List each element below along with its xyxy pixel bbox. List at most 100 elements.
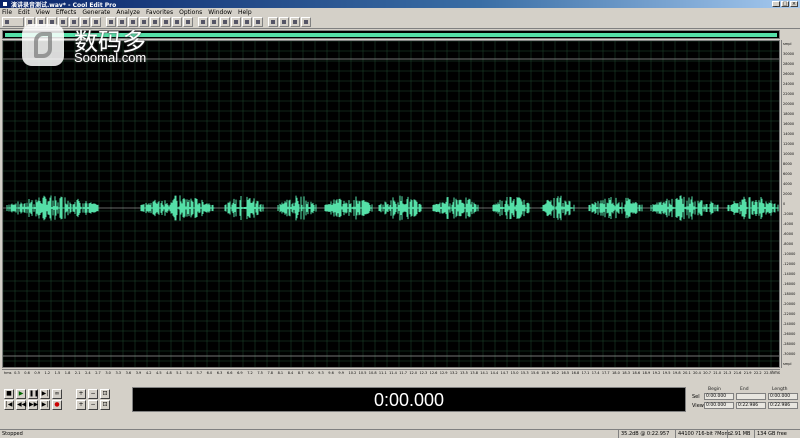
amplitude-tick-label: -14000	[783, 272, 796, 276]
amplitude-tick-label: 26000	[783, 72, 795, 76]
amplitude-tick-label: 28000	[783, 62, 795, 66]
time-tick-label: 21.6	[733, 371, 742, 375]
menu-favorites[interactable]: Favorites	[146, 9, 173, 16]
toolbar-button[interactable]	[301, 17, 311, 27]
maximize-button[interactable]: □	[781, 1, 789, 7]
toolbar-button[interactable]	[172, 17, 182, 27]
amplitude-tick-label: -16000	[783, 282, 796, 286]
time-tick-label: 17.1	[581, 371, 590, 375]
sel-label: Sel	[692, 394, 700, 400]
time-tick-label: 5.4	[186, 371, 192, 375]
time-tick-label: 8.4	[287, 371, 294, 375]
time-tick-label: 17.4	[591, 371, 600, 375]
time-tick-label: 17.7	[601, 371, 610, 375]
waveform-display[interactable]	[2, 40, 780, 368]
time-tick-label: 2.4	[85, 371, 91, 375]
go-start-button[interactable]: |◀	[4, 400, 14, 410]
time-tick-label: 14.4	[490, 371, 499, 375]
record-button[interactable]: ●	[52, 400, 62, 410]
time-tick-label: 12.3	[419, 371, 428, 375]
time-tick-label: 1.8	[64, 371, 71, 375]
toolbar-button[interactable]	[183, 17, 193, 27]
time-ruler-units: hms	[771, 370, 780, 375]
time-tick-label: 20.7	[703, 371, 711, 375]
amplitude-tick-label: -30000	[783, 352, 796, 356]
sel-end-field[interactable]	[736, 393, 766, 400]
menu-effects[interactable]: Effects	[56, 9, 76, 16]
end-header: End	[740, 387, 749, 392]
zoom-in-v-button[interactable]: +	[76, 400, 86, 410]
view-length-field[interactable]: 0:22.986	[768, 402, 798, 409]
toolbar-button[interactable]	[2, 17, 24, 27]
amplitude-tick-label: 4000	[783, 182, 792, 186]
time-tick-label: 9.3	[318, 371, 324, 375]
toolbar-button[interactable]	[231, 17, 241, 27]
time-tick-label: 3.6	[125, 371, 132, 375]
play-to-end-button[interactable]: ▶|	[40, 389, 50, 399]
zoom-out-button[interactable]: −	[88, 389, 98, 399]
toolbar-button[interactable]	[279, 17, 289, 27]
toolbar-button[interactable]	[290, 17, 300, 27]
sel-begin-field[interactable]: 0:00.000	[704, 393, 734, 400]
time-tick-label: 9.0	[308, 371, 314, 375]
menu-window[interactable]: Window	[208, 9, 232, 16]
menu-file[interactable]: File	[2, 9, 12, 16]
fast-forward-button[interactable]: ▶▶	[28, 400, 38, 410]
time-tick-label: 21.9	[743, 371, 752, 375]
sel-length-field[interactable]: 0:00.000	[768, 393, 798, 400]
amplitude-tick-label: 6000	[783, 172, 792, 176]
amplitude-ruler: smpl 30000 28000 26000 24000 22000 20000 18000 1…	[781, 40, 798, 368]
time-tick-label: 14.1	[480, 371, 489, 375]
time-tick-label: 12.6	[429, 371, 438, 375]
status-size: 2.91 MB	[730, 431, 751, 437]
loop-button[interactable]: ∞	[52, 389, 62, 399]
time-tick-label: 13.8	[470, 371, 478, 375]
play-button[interactable]: ▶	[16, 389, 26, 399]
menu-view[interactable]: View	[36, 9, 50, 16]
toolbar-button[interactable]	[220, 17, 230, 27]
zoom-out-v-button[interactable]: −	[88, 400, 98, 410]
minimize-button[interactable]: _	[772, 1, 780, 7]
amplitude-tick-label: -8000	[783, 242, 794, 246]
length-header: Length	[772, 387, 788, 392]
toolbar-button[interactable]	[198, 17, 208, 27]
status-free: 134 GB free	[757, 431, 787, 437]
pause-button[interactable]: ❚❚	[28, 389, 39, 399]
view-begin-field[interactable]: 0:00.000	[704, 402, 734, 409]
time-tick-label: 6.0	[206, 371, 213, 375]
menu-options[interactable]: Options	[179, 9, 202, 16]
toolbar-button[interactable]	[242, 17, 252, 27]
view-end-field[interactable]: 0:22.986	[736, 402, 766, 409]
amplitude-tick-label: 20000	[783, 102, 795, 106]
toolbar-button[interactable]	[268, 17, 278, 27]
amplitude-tick-label: 22000	[783, 92, 795, 96]
amplitude-tick-label: 0	[783, 202, 786, 206]
zoom-sel-button[interactable]: ⊡	[100, 400, 110, 410]
amplitude-tick-label: 2000	[783, 192, 792, 196]
toolbar-button[interactable]	[209, 17, 219, 27]
menu-generate[interactable]: Generate	[82, 9, 110, 16]
amplitude-tick-label: -22000	[783, 312, 796, 316]
time-tick-label: 0.6	[24, 371, 30, 375]
menu-edit[interactable]: Edit	[18, 9, 30, 16]
time-ruler: hms 0.3 0.6 0.9 1.2 1.5 1.8 2.1 2.4 2.7 3.0 3.3 3.6 3…	[2, 369, 780, 378]
go-end-button[interactable]: ▶|	[40, 400, 50, 410]
close-button[interactable]: ×	[790, 1, 798, 7]
time-tick-label: 7.2	[247, 371, 253, 375]
toolbar-button[interactable]	[253, 17, 263, 27]
amplitude-tick-label: -20000	[783, 302, 796, 306]
zoom-in-button[interactable]: +	[76, 389, 86, 399]
menu-help[interactable]: Help	[238, 9, 252, 16]
time-tick-label: 19.2	[652, 371, 661, 375]
stop-button[interactable]: ■	[4, 389, 14, 399]
menu-analyze[interactable]: Analyze	[116, 9, 140, 16]
zoom-full-button[interactable]: ⊡	[100, 389, 110, 399]
time-tick-label: 15.6	[530, 371, 539, 375]
time-display: 0:00.000	[132, 387, 686, 412]
amplitude-tick-label: 12000	[783, 142, 795, 146]
time-tick-label: 21.0	[713, 371, 722, 375]
amplitude-tick-label: 16000	[783, 122, 795, 126]
time-tick-label: 18.9	[642, 371, 651, 375]
rewind-button[interactable]: ◀◀	[16, 400, 26, 410]
time-tick-label: 10.8	[368, 371, 377, 375]
